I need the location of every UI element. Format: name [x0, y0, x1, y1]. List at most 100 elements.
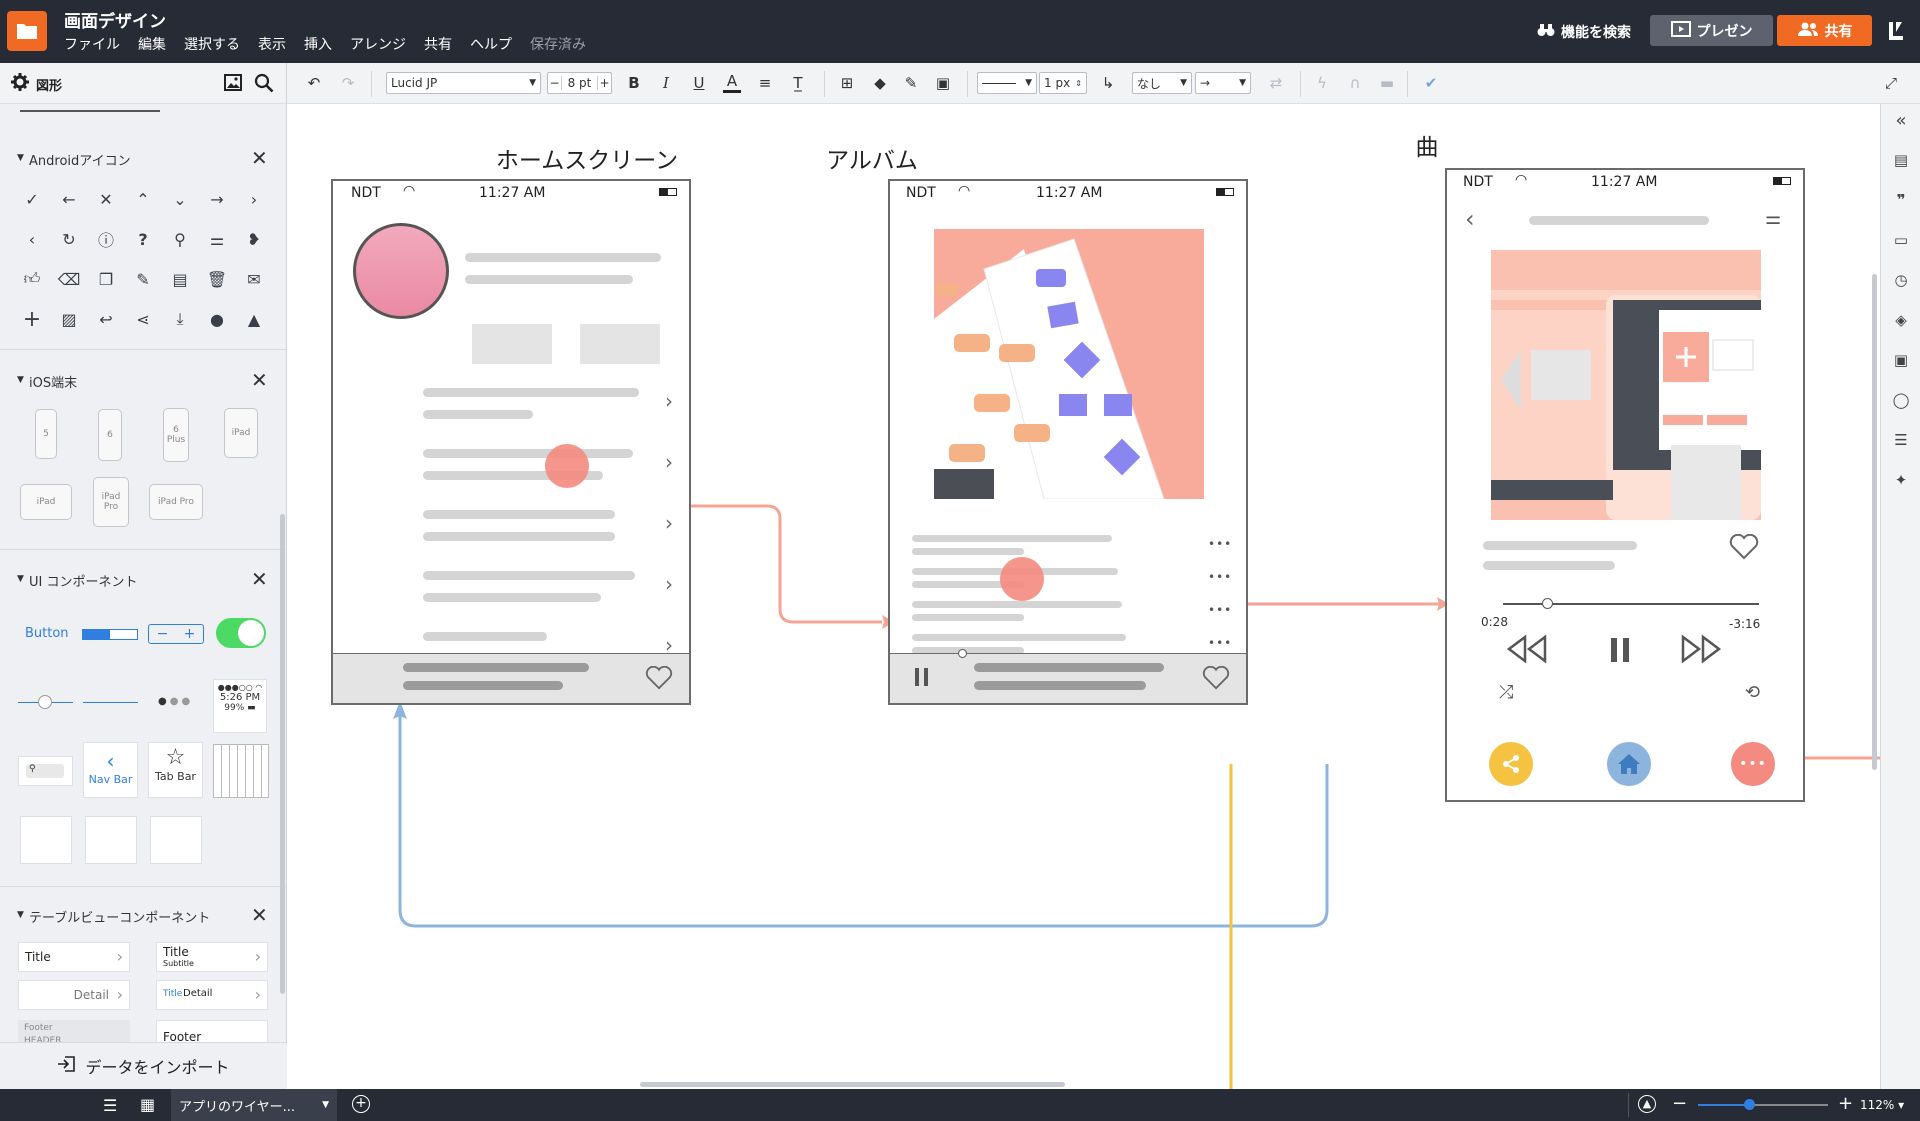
- edit-doc-icon[interactable]: ✎: [131, 267, 155, 291]
- menu-select[interactable]: 選択する: [184, 34, 240, 54]
- comment-icon[interactable]: ◯: [1892, 391, 1910, 409]
- segmented-control-shape[interactable]: [82, 629, 138, 640]
- zoom-in-icon[interactable]: +: [1838, 1093, 1853, 1114]
- panel-scrollbar[interactable]: [280, 514, 285, 994]
- style-icon[interactable]: ▣: [932, 71, 954, 95]
- equalizer-icon[interactable]: ⚌: [1765, 208, 1781, 229]
- arrow-end-select[interactable]: → ▼: [1195, 72, 1251, 94]
- magnet-icon[interactable]: ∩: [1345, 71, 1365, 95]
- search-bar-shape[interactable]: ⚲: [18, 756, 73, 786]
- wrench-icon[interactable]: ✔: [1420, 71, 1442, 95]
- search-icon[interactable]: ⚲: [168, 227, 192, 251]
- trash-icon[interactable]: 🗑︎: [205, 267, 229, 291]
- pause-icon[interactable]: [1609, 636, 1631, 668]
- heart-icon[interactable]: [1729, 533, 1759, 564]
- collapse-rail-icon[interactable]: «: [1892, 110, 1910, 131]
- lightning-icon[interactable]: ϟ: [1312, 71, 1332, 95]
- shuffle-icon[interactable]: ⤮: [1499, 682, 1513, 703]
- close-icon[interactable]: ✕: [251, 903, 268, 927]
- canvas-vertical-scrollbar[interactable]: [1872, 274, 1877, 770]
- menu-share[interactable]: 共有: [424, 34, 452, 54]
- iphone-6-plus-shape[interactable]: 6 Plus: [163, 408, 189, 462]
- line-color-icon[interactable]: ✎: [901, 71, 921, 95]
- page-control-shape[interactable]: ●●●: [158, 696, 193, 707]
- section-header-ios[interactable]: ▼ iOS端末 ✕: [0, 362, 286, 398]
- present-button[interactable]: プレゼン: [1650, 15, 1773, 46]
- feedback-icon[interactable]: ❥: [242, 227, 266, 251]
- ipad-pro-shape[interactable]: iPad Pro: [93, 477, 129, 527]
- redo-icon[interactable]: ↷: [337, 71, 359, 95]
- menu-insert[interactable]: 挿入: [304, 34, 332, 54]
- table-cell-title-shape[interactable]: Title ›: [18, 942, 130, 972]
- table-cell-detail-shape[interactable]: Detail ›: [18, 980, 130, 1010]
- mini-player-home[interactable]: [331, 653, 691, 705]
- import-data-button[interactable]: データをインポート: [0, 1042, 287, 1089]
- more-icon[interactable]: •••: [1208, 603, 1232, 617]
- swap-icon[interactable]: ⇄: [1265, 71, 1287, 95]
- menu-arrange[interactable]: アレンジ: [350, 34, 406, 54]
- italic-icon[interactable]: I: [657, 71, 675, 95]
- album-screen-frame[interactable]: NDT ◠ 11:27 AM ••• ••• ••• •••: [888, 179, 1248, 705]
- download-icon[interactable]: ⤓: [168, 307, 192, 331]
- minus-icon[interactable]: −: [548, 76, 562, 90]
- share-button[interactable]: 共有: [1777, 15, 1872, 46]
- home-icon[interactable]: [1607, 742, 1651, 786]
- lucid-logo[interactable]: [1886, 20, 1906, 42]
- back-icon[interactable]: ‹: [1465, 205, 1475, 233]
- lock-icon[interactable]: ▬: [1377, 71, 1397, 95]
- iphone-6-shape[interactable]: 6: [98, 409, 122, 461]
- share-icon[interactable]: [1489, 742, 1533, 786]
- line-width-select[interactable]: 1 px ⇕: [1039, 72, 1087, 94]
- progress-knob[interactable]: [1541, 598, 1553, 609]
- history-icon[interactable]: ◷: [1892, 271, 1910, 289]
- gear-icon[interactable]: [11, 73, 29, 95]
- toggle-switch-shape[interactable]: [216, 618, 266, 648]
- table-icon[interactable]: ⊞: [837, 71, 857, 95]
- info-icon[interactable]: ⓘ: [94, 227, 118, 251]
- canvas-horizontal-scrollbar[interactable]: [640, 1082, 1065, 1087]
- ipad-shape[interactable]: iPad: [224, 408, 258, 458]
- menu-view[interactable]: 表示: [258, 34, 286, 54]
- table-cell-title-detail-shape[interactable]: Title Detail ›: [156, 980, 268, 1010]
- close-icon[interactable]: ✕: [251, 146, 268, 170]
- menu-edit[interactable]: 編集: [138, 34, 166, 54]
- arrow-left-icon[interactable]: ←: [57, 187, 81, 211]
- progress-view-shape[interactable]: [83, 702, 138, 703]
- zoom-slider-knob[interactable]: [1744, 1099, 1755, 1110]
- mini-progress-knob[interactable]: [958, 649, 967, 658]
- chevron-left-icon[interactable]: ‹: [20, 227, 44, 251]
- keyboard-shape[interactable]: [213, 744, 269, 798]
- more-icon[interactable]: •••: [1731, 742, 1775, 786]
- magic-icon[interactable]: ✦: [1892, 471, 1910, 489]
- copy-icon[interactable]: ❐: [94, 267, 118, 291]
- home-screen-frame[interactable]: NDT ◠ 11:27 AM › › › › ›: [331, 179, 691, 705]
- chevron-down-icon[interactable]: ⌄: [168, 187, 192, 211]
- chevron-right-icon[interactable]: ›: [665, 389, 673, 413]
- document-title[interactable]: 画面デザイン: [64, 7, 166, 32]
- page-tab[interactable]: アプリのワイヤー... ▼: [171, 1089, 337, 1121]
- undo-icon[interactable]: ↩: [94, 307, 118, 331]
- page-icon[interactable]: ▤: [1892, 151, 1910, 169]
- add-page-icon[interactable]: +: [352, 1095, 370, 1113]
- image-icon[interactable]: ▨: [57, 307, 81, 331]
- zoom-level[interactable]: 112% ▾: [1860, 1098, 1904, 1112]
- navigate-icon[interactable]: ▲: [1638, 1095, 1656, 1113]
- chevron-up-icon[interactable]: ⌃: [131, 187, 155, 211]
- table-cell-subtitle-shape[interactable]: Title Subtitle ›: [156, 942, 268, 972]
- song-screen-frame[interactable]: NDT ◠ 11:27 AM ‹ ⚌ 0:28 -3:16 ⤮ ⟲ •••: [1445, 168, 1805, 802]
- quote-icon[interactable]: ❞: [1892, 191, 1910, 209]
- menu-help[interactable]: ヘルプ: [470, 34, 512, 54]
- data-icon[interactable]: ▣: [1892, 351, 1910, 369]
- folder-icon[interactable]: [7, 11, 47, 51]
- list-view-icon[interactable]: ☰: [103, 1096, 117, 1115]
- progress-slider[interactable]: [1503, 598, 1759, 609]
- grid-view-icon[interactable]: ▦: [140, 1095, 155, 1114]
- refresh-icon[interactable]: ↻: [57, 227, 81, 251]
- fill-color-icon[interactable]: ◆: [870, 71, 890, 95]
- share-icon[interactable]: ⋖: [131, 307, 155, 331]
- diagram-canvas[interactable]: ホームスクリーン NDT ◠ 11:27 AM › › › › › アルバム N…: [287, 104, 1880, 1089]
- album-artwork[interactable]: [934, 229, 1204, 499]
- underline-icon[interactable]: U: [690, 71, 708, 95]
- close-icon[interactable]: ✕: [251, 567, 268, 591]
- profile-button-placeholder[interactable]: [472, 324, 552, 364]
